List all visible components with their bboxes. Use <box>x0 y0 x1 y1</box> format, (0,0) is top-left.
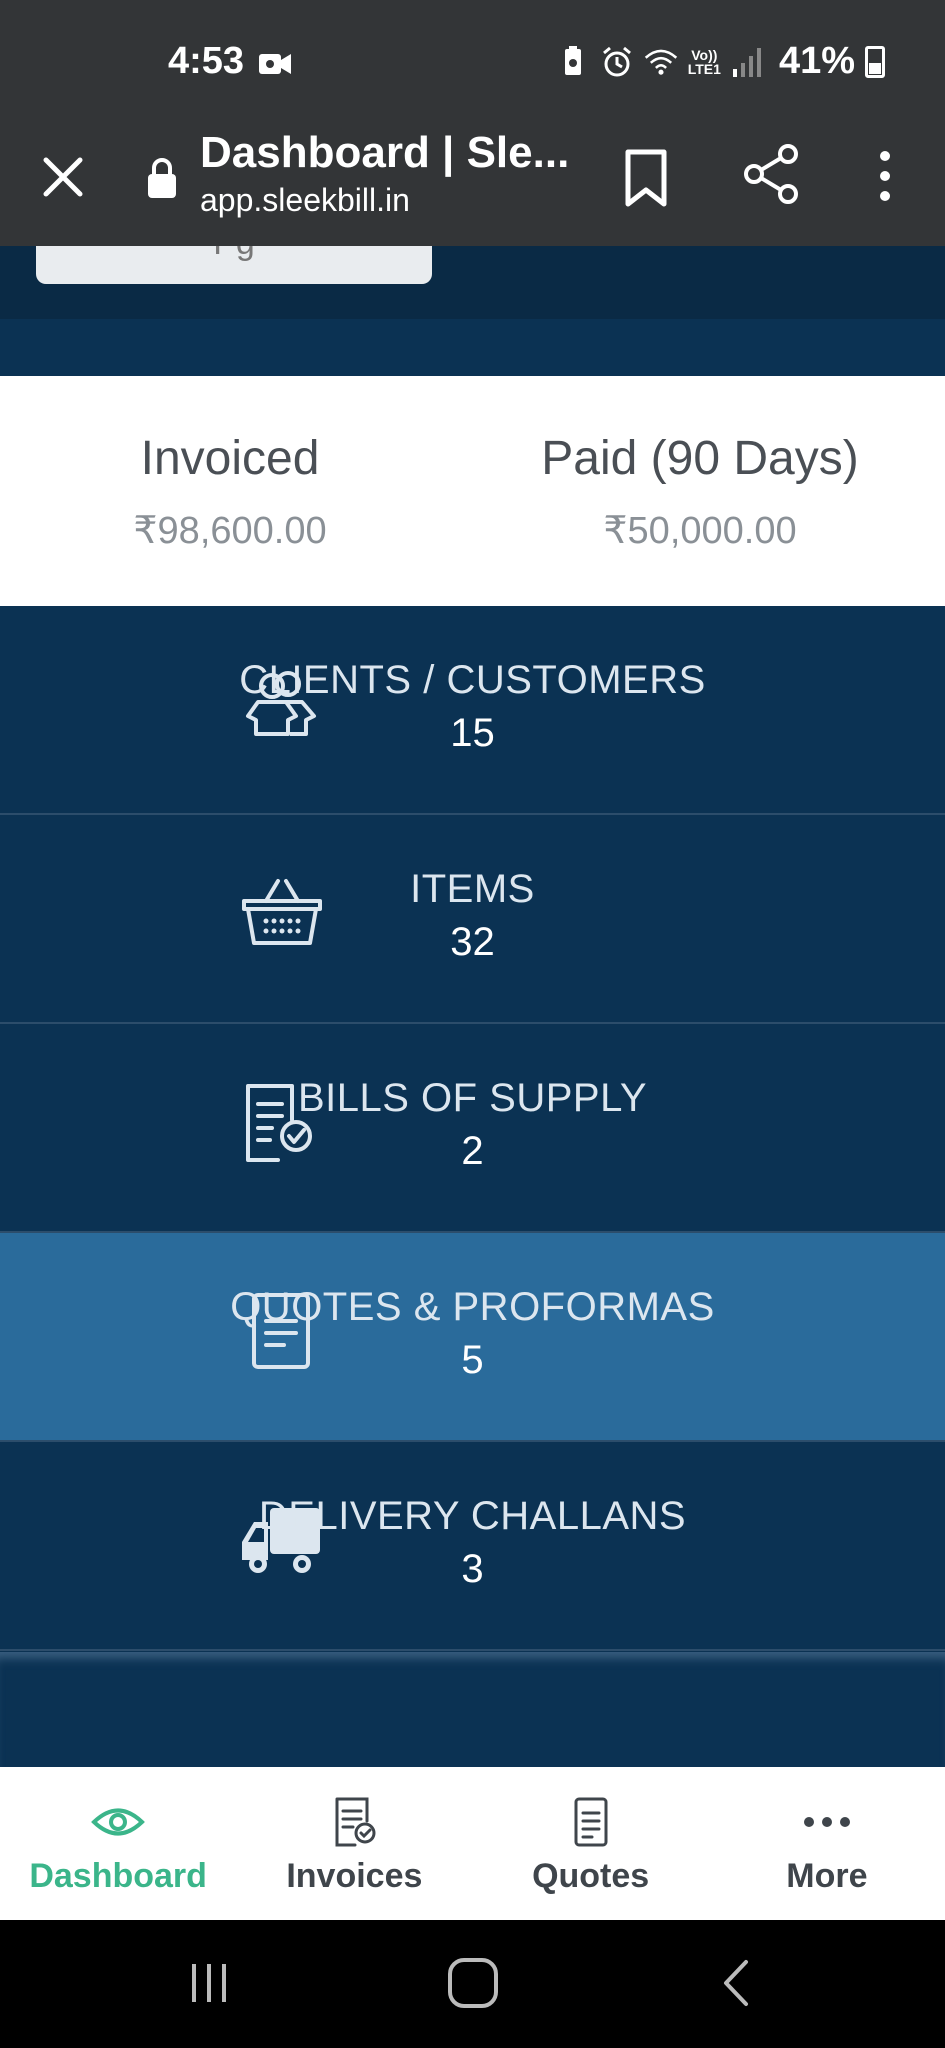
home-icon[interactable] <box>446 1956 500 2010</box>
nav-invoices-label: Invoices <box>286 1857 423 1895</box>
nav-more-label: More <box>786 1857 868 1895</box>
android-nav-bar <box>0 1920 945 2048</box>
row-count: 15 <box>450 711 495 755</box>
status-bar: 4:53 Vo)) LTE1 41% <box>0 0 945 128</box>
video-camera-icon <box>259 54 291 74</box>
row-quotes-text: QUOTES & PROFORMAS 5 <box>0 1285 945 1383</box>
nav-invoices[interactable]: Invoices <box>236 1767 472 1920</box>
row-delivery-text: DELIVERY CHALLANS 3 <box>0 1494 945 1592</box>
partial-button[interactable]: Pg <box>36 246 432 284</box>
battery-percentage: 41% <box>778 40 855 82</box>
close-icon[interactable] <box>38 152 88 202</box>
battery-icon <box>865 45 885 78</box>
nav-quotes[interactable]: Quotes <box>473 1767 709 1920</box>
invoiced-value: ₹98,600.00 <box>133 510 327 552</box>
status-time: 4:53 <box>168 40 245 82</box>
row-count: 2 <box>461 1129 484 1173</box>
quote-document-icon <box>574 1797 608 1847</box>
content-footer-gap <box>0 1652 945 1767</box>
row-count: 3 <box>461 1547 484 1591</box>
nav-dashboard[interactable]: Dashboard <box>0 1767 236 1920</box>
bottom-nav: Dashboard Invoices Quotes More <box>0 1767 945 1920</box>
row-items[interactable]: ITEMS 32 <box>0 815 945 1024</box>
status-icons: Vo)) LTE1 41% <box>556 40 885 83</box>
nav-quotes-label: Quotes <box>532 1857 650 1895</box>
row-bills-text: BILLS OF SUPPLY 2 <box>0 1076 945 1174</box>
invoice-icon <box>335 1797 376 1847</box>
page-url[interactable]: app.sleekbill.in <box>200 182 410 219</box>
row-label: BILLS OF SUPPLY <box>297 1076 648 1120</box>
more-horiz-icon <box>803 1817 850 1827</box>
more-vert-icon[interactable] <box>868 146 902 206</box>
wifi-icon <box>644 49 677 75</box>
screen: 4:53 Vo)) LTE1 41% Dashboard | Sle... ap… <box>0 0 945 2048</box>
lock-icon[interactable] <box>146 156 178 200</box>
nav-more[interactable]: More <box>709 1767 945 1920</box>
row-count: 5 <box>461 1338 484 1382</box>
recent-apps-icon[interactable] <box>186 1960 232 2006</box>
row-delivery-challans[interactable]: DELIVERY CHALLANS 3 <box>0 1442 945 1651</box>
signal-icon <box>732 47 761 77</box>
partial-button-label: Pg <box>36 246 432 263</box>
stat-paid[interactable]: Paid (90 Days) ₹50,000.00 <box>480 431 920 553</box>
eye-icon <box>91 1808 146 1836</box>
row-clients[interactable]: CLIENTS / CUSTOMERS 15 <box>0 606 945 815</box>
stat-invoiced[interactable]: Invoiced ₹98,600.00 <box>10 431 450 553</box>
row-clients-text: CLIENTS / CUSTOMERS 15 <box>0 658 945 756</box>
paid-label: Paid (90 Days) <box>541 432 859 485</box>
share-icon[interactable] <box>742 142 802 206</box>
row-bills-of-supply[interactable]: BILLS OF SUPPLY 2 <box>0 1024 945 1233</box>
dashboard-menu: CLIENTS / CUSTOMERS 15 ITEMS 32 BILLS OF… <box>0 606 945 1651</box>
back-icon[interactable] <box>716 1958 756 2008</box>
row-label: CLIENTS / CUSTOMERS <box>239 658 706 702</box>
invoiced-label: Invoiced <box>140 432 320 485</box>
nav-dashboard-label: Dashboard <box>29 1857 207 1895</box>
bookmark-icon[interactable] <box>620 148 672 208</box>
page-title: Dashboard | Sle... <box>200 128 570 177</box>
row-label: QUOTES & PROFORMAS <box>230 1285 715 1329</box>
row-label: DELIVERY CHALLANS <box>258 1494 687 1538</box>
row-items-text: ITEMS 32 <box>0 867 945 965</box>
row-label: ITEMS <box>410 867 535 911</box>
lte-indicator: Vo)) LTE1 <box>687 46 721 77</box>
battery-saver-icon <box>564 45 581 75</box>
stats-card: Invoiced ₹98,600.00 Paid (90 Days) ₹50,0… <box>0 376 945 606</box>
browser-toolbar: Dashboard | Sle... app.sleekbill.in <box>0 128 945 246</box>
alarm-icon <box>602 46 631 76</box>
row-count: 32 <box>450 920 495 964</box>
paid-value: ₹50,000.00 <box>603 510 797 552</box>
row-quotes[interactable]: QUOTES & PROFORMAS 5 <box>0 1233 945 1442</box>
